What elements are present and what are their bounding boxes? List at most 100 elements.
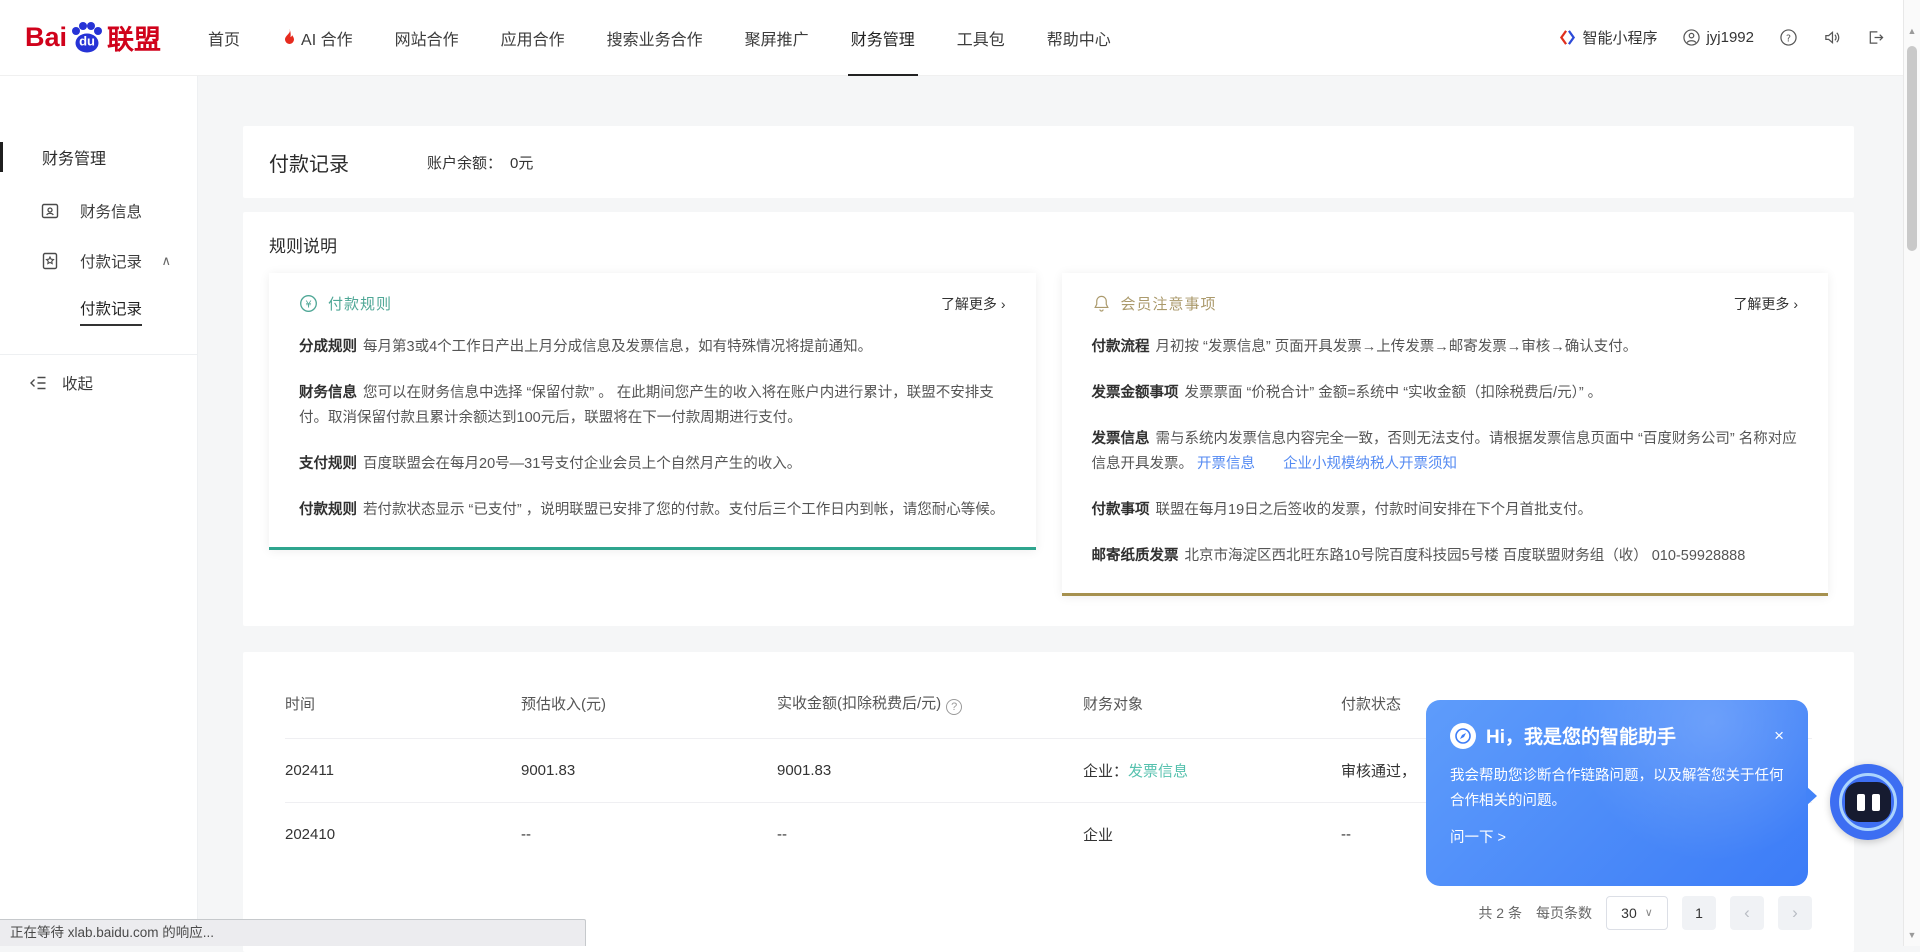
help-button[interactable]: ? — [1780, 29, 1797, 46]
nav-search-business[interactable]: 搜索业务合作 — [586, 0, 724, 76]
prev-page-button[interactable]: ‹ — [1730, 896, 1764, 930]
topbar-right-tools: 智能小程序 jyj1992 ? — [1559, 27, 1884, 48]
next-page-button[interactable]: › — [1778, 896, 1812, 930]
assistant-popup-header: Hi，我是您的智能助手 × — [1450, 722, 1784, 749]
rule-item: 支付规则百度联盟会在每月20号—31号支付企业会员上个自然月产生的收入。 — [299, 452, 1006, 477]
receipt-badge-icon — [40, 251, 62, 271]
page-1-button[interactable]: 1 — [1682, 896, 1716, 930]
small-taxpayer-notes-link[interactable]: 企业小规模纳税人开票须知 — [1283, 456, 1457, 472]
svg-text:¥: ¥ — [305, 299, 311, 310]
id-card-icon — [40, 201, 62, 221]
announcement-speaker-button[interactable] — [1823, 29, 1841, 46]
chevron-down-icon: ∨ — [1645, 906, 1653, 919]
rule-item: 财务信息您可以在财务信息中选择 “保留付款” 。 在此期间您产生的收入将在账户内… — [299, 381, 1006, 431]
flame-icon — [282, 29, 297, 46]
cell-estimated: 9001.83 — [521, 738, 777, 802]
nav-help-center[interactable]: 帮助中心 — [1026, 0, 1132, 76]
ask-now-link[interactable]: 问一下 > — [1450, 826, 1784, 847]
svg-text:?: ? — [1786, 33, 1791, 44]
bell-icon — [1092, 294, 1111, 313]
rules-row: ¥ 付款规则 了解更多 › 分成规则每月第3或4个工作日产出上月分成信息及发票信… — [269, 273, 1828, 596]
rule-item: 付款流程月初按 “发票信息” 页面开具发票→上传发票→邮寄发票→审核→确认支付。 — [1092, 335, 1799, 360]
rule-item: 邮寄纸质发票北京市海淀区西北旺东路10号院百度科技园5号楼 百度联盟财务组（收）… — [1092, 544, 1799, 569]
sidebar-collapse-button[interactable]: 收起 — [0, 355, 197, 411]
nav-website-cooperation[interactable]: 网站合作 — [374, 0, 480, 76]
cell-time: 202411 — [285, 738, 521, 802]
user-icon — [1683, 29, 1700, 46]
cell-finance-object: 企业 — [1083, 802, 1341, 866]
balance-value: 0元 — [510, 152, 533, 173]
rule-item: 分成规则每月第3或4个工作日产出上月分成信息及发票信息，如有特殊情况将提前通知。 — [299, 335, 1006, 360]
nav-finance-management[interactable]: 财务管理 — [830, 0, 936, 76]
invoice-info-cell-link[interactable]: 发票信息 — [1128, 763, 1188, 780]
status-text: 正在等待 xlab.baidu.com 的响应... — [10, 925, 214, 940]
page-header-card: 付款记录 账户余额： 0元 — [243, 126, 1854, 198]
baidu-paw-icon: du — [68, 19, 106, 57]
sidebar-subitem-payment-records-active[interactable]: 付款记录 — [0, 286, 197, 336]
payment-rules-header: ¥ 付款规则 了解更多 › — [299, 293, 1006, 314]
nav-screen-promotion[interactable]: 聚屏推广 — [724, 0, 830, 76]
col-time: 时间 — [285, 672, 521, 739]
scrollbar-thumb[interactable] — [1907, 46, 1917, 251]
sidebar-section-finance-management: 财务管理 — [0, 128, 197, 186]
rules-section-title: 规则说明 — [269, 232, 1828, 257]
rule-item: 发票信息需与系统内发票信息内容完全一致，否则无法支付。请根据发票信息页面中 “百… — [1092, 427, 1799, 477]
logo-text-du: du — [79, 33, 95, 48]
mini-program-icon — [1559, 29, 1576, 46]
assistant-title: Hi，我是您的智能助手 — [1486, 722, 1676, 749]
assistant-message: 我会帮助您诊断合作链路问题，以及解答您关于任何合作相关的问题。 — [1450, 764, 1784, 813]
cell-actual: -- — [777, 802, 1083, 866]
nav-app-cooperation[interactable]: 应用合作 — [480, 0, 586, 76]
per-page-label: 每页条数 — [1536, 903, 1592, 923]
member-notes-header: 会员注意事项 了解更多 › — [1092, 293, 1799, 314]
member-notes-more-link[interactable]: 了解更多 › — [1733, 294, 1798, 314]
member-notes-card: 会员注意事项 了解更多 › 付款流程月初按 “发票信息” 页面开具发票→上传发票… — [1062, 273, 1829, 596]
logo-text-bai: Bai — [25, 22, 67, 53]
smart-mini-program-link[interactable]: 智能小程序 — [1559, 27, 1657, 48]
per-page-select[interactable]: 30 ∨ — [1606, 896, 1668, 930]
chevron-up-icon[interactable]: ∧ — [161, 253, 171, 269]
col-estimated-income: 预估收入(元) — [521, 672, 777, 739]
menu-fold-icon — [28, 373, 48, 393]
rule-item: 付款事项联盟在每月19日之后签收的发票，付款时间安排在下个月首批支付。 — [1092, 498, 1799, 523]
compass-icon — [1450, 723, 1476, 749]
popup-tail — [1806, 786, 1817, 806]
account-balance: 账户余额： 0元 — [427, 152, 533, 173]
rule-item: 付款规则若付款状态显示 “已支付” ，说明联盟已安排了您的付款。支付后三个工作日… — [299, 498, 1006, 523]
rule-item: 发票金额事项发票票面 “价税合计” 金额=系统中 “实收金额（扣除税费后/元）”… — [1092, 381, 1799, 406]
col-finance-object: 财务对象 — [1083, 672, 1341, 739]
robot-face-icon — [1845, 782, 1891, 822]
baidu-union-logo[interactable]: Bai du 联盟 — [25, 18, 161, 57]
member-notes-title: 会员注意事项 — [1121, 293, 1217, 314]
robot-ring — [1839, 773, 1897, 831]
smart-assistant-popup: Hi，我是您的智能助手 × 我会帮助您诊断合作链路问题，以及解答您关于任何合作相… — [1426, 700, 1808, 886]
nav-home[interactable]: 首页 — [187, 0, 261, 76]
payment-rules-title: 付款规则 — [328, 293, 392, 314]
nav-toolkit[interactable]: 工具包 — [936, 0, 1026, 76]
cell-finance-object: 企业：发票信息 — [1083, 738, 1341, 802]
scroll-up-arrow[interactable]: ▲ — [1904, 26, 1920, 36]
assistant-robot-avatar[interactable] — [1830, 764, 1906, 840]
logout-button[interactable] — [1867, 29, 1884, 46]
balance-label: 账户余额： — [427, 152, 502, 173]
cell-estimated: -- — [521, 802, 777, 866]
payment-rules-more-link[interactable]: 了解更多 › — [941, 294, 1006, 314]
left-sidebar: 财务管理 财务信息 付款记录 ∧ 付款记录 — [0, 76, 198, 946]
top-navigation-bar: Bai du 联盟 首页 AI 合作 网站合作 应用合作 搜索业务合作 聚屏推广… — [0, 0, 1920, 76]
coin-icon: ¥ — [299, 294, 318, 313]
col-actual-amount: 实收金额(扣除税费后/元)? — [777, 672, 1083, 739]
close-icon[interactable]: × — [1774, 727, 1784, 744]
cell-time: 202410 — [285, 802, 521, 866]
cell-actual: 9001.83 — [777, 738, 1083, 802]
total-count: 共 2 条 — [1478, 903, 1522, 923]
scroll-down-arrow[interactable]: ▼ — [1904, 930, 1920, 940]
invoice-info-link[interactable]: 开票信息 — [1197, 456, 1255, 472]
vertical-scrollbar[interactable]: ▲ ▼ — [1903, 0, 1920, 946]
browser-status-tooltip: 正在等待 xlab.baidu.com 的响应... — [0, 919, 586, 946]
main-nav: 首页 AI 合作 网站合作 应用合作 搜索业务合作 聚屏推广 财务管理 工具包 … — [187, 0, 1132, 76]
info-tooltip-icon[interactable]: ? — [946, 699, 962, 715]
sidebar-item-finance-info[interactable]: 财务信息 — [0, 186, 197, 236]
user-account[interactable]: jyj1992 — [1683, 29, 1754, 46]
sidebar-item-payment-records[interactable]: 付款记录 ∧ — [0, 236, 197, 286]
nav-ai-cooperation[interactable]: AI 合作 — [261, 0, 374, 76]
